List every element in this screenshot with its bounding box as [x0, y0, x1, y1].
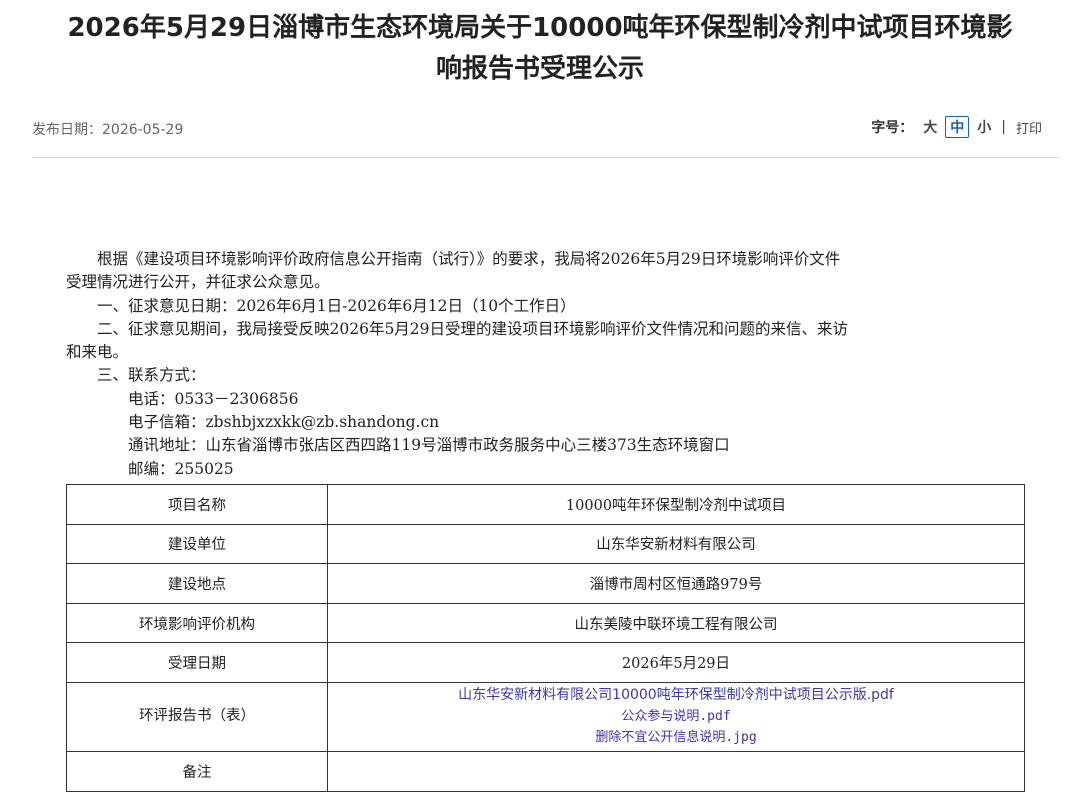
table-row: 建设单位 山东华安新材料有限公司 — [66, 523, 1025, 565]
row-value: 淄博市周村区恒通路979号 — [327, 563, 1025, 604]
paragraph-contact-heading: 三、联系方式： — [97, 366, 206, 385]
report-file-link-pdf[interactable]: 山东华安新材料有限公司10000吨年环保型制冷剂中试项目公示版.pdf — [332, 685, 1020, 706]
row-label: 环境影响评价机构 — [66, 602, 328, 644]
contact-phone: 电话：0533－2306856 — [128, 389, 299, 408]
row-label: 受理日期 — [66, 642, 328, 683]
font-large-button[interactable]: 大 — [919, 117, 941, 137]
intro-line-2: 受理情况进行公开，并征求公众意见。 — [66, 273, 330, 292]
report-files-cell: 山东华安新材料有限公司10000吨年环保型制冷剂中试项目公示版.pdf 公众参与… — [327, 681, 1025, 752]
row-label: 环评报告书（表） — [66, 681, 328, 752]
redaction-note-link[interactable]: 删除不宜公开信息说明.jpg — [332, 727, 1020, 748]
page-title: 2026年5月29日淄博市生态环境局关于10000吨年环保型制冷剂中试项目环境影… — [0, 8, 1080, 90]
font-medium-button[interactable]: 中 — [945, 116, 970, 138]
font-size-label: 字号： — [871, 120, 914, 136]
contact-email: 电子信箱：zbshbjxzxkk@zb.shandong.cn — [128, 413, 440, 432]
article-meta-bar: 发布日期：2026-05-29 字号： 大 中 小 | 打印 — [32, 113, 1060, 143]
separator: | — [1001, 119, 1006, 135]
header-divider — [32, 157, 1060, 158]
font-size-controls: 字号： 大 中 小 | 打印 — [871, 116, 1042, 138]
intro-line-1: 根据《建设项目环境影响评价政府信息公开指南（试行）》的要求，我局将2026年5月… — [97, 250, 841, 268]
table-row-report: 环评报告书（表） 山东华安新材料有限公司10000吨年环保型制冷剂中试项目公示版… — [66, 681, 1025, 752]
font-small-button[interactable]: 小 — [973, 117, 995, 137]
row-label: 项目名称 — [66, 484, 328, 525]
paragraph-intro: 根据《建设项目环境影响评价政府信息公开指南（试行）》的要求，我局将2026年5月… — [66, 248, 1026, 295]
publish-date: 发布日期：2026-05-29 — [32, 122, 184, 138]
paragraph-feedback: 二、征求意见期间，我局接受反映2026年5月29日受理的建设项目环境影响评价文件… — [66, 318, 1026, 365]
remark-value — [327, 750, 1025, 792]
table-row: 建设地点 淄博市周村区恒通路979号 — [66, 563, 1025, 604]
title-line-1: 2026年5月29日淄博市生态环境局关于10000吨年环保型制冷剂中试项目环境影 — [67, 13, 1013, 43]
row-value: 10000吨年环保型制冷剂中试项目 — [327, 484, 1025, 525]
row-value: 山东华安新材料有限公司 — [327, 523, 1025, 565]
public-participation-link[interactable]: 公众参与说明.pdf — [332, 706, 1020, 727]
title-line-2: 响报告书受理公示 — [435, 54, 644, 84]
row-value: 2026年5月29日 — [327, 642, 1025, 683]
paragraph-comment-dates: 一、征求意见日期：2026年6月1日-2026年6月12日（10个工作日） — [97, 296, 576, 315]
project-info-table: 项目名称 10000吨年环保型制冷剂中试项目 建设单位 山东华安新材料有限公司 … — [66, 484, 1025, 792]
feedback-line-2: 和来电。 — [66, 343, 129, 362]
feedback-line-1: 二、征求意见期间，我局接受反映2026年5月29日受理的建设项目环境影响评价文件… — [97, 319, 849, 338]
contact-postcode: 邮编：255025 — [128, 459, 234, 478]
table-row: 项目名称 10000吨年环保型制冷剂中试项目 — [66, 484, 1025, 525]
contact-address: 通讯地址：山东省淄博市张店区西四路119号淄博市政务服务中心三楼373生态环境窗… — [128, 436, 730, 455]
table-row-remark: 备注 — [66, 750, 1025, 792]
article-body: 根据《建设项目环境影响评价政府信息公开指南（试行）》的要求，我局将2026年5月… — [66, 248, 1026, 481]
print-link[interactable]: 打印 — [1016, 118, 1042, 137]
row-label: 建设单位 — [66, 523, 328, 565]
row-value: 山东美陵中联环境工程有限公司 — [327, 602, 1025, 644]
row-label: 建设地点 — [66, 563, 328, 604]
table-row: 受理日期 2026年5月29日 — [66, 642, 1025, 683]
row-label: 备注 — [66, 750, 328, 792]
table-row: 环境影响评价机构 山东美陵中联环境工程有限公司 — [66, 602, 1025, 644]
